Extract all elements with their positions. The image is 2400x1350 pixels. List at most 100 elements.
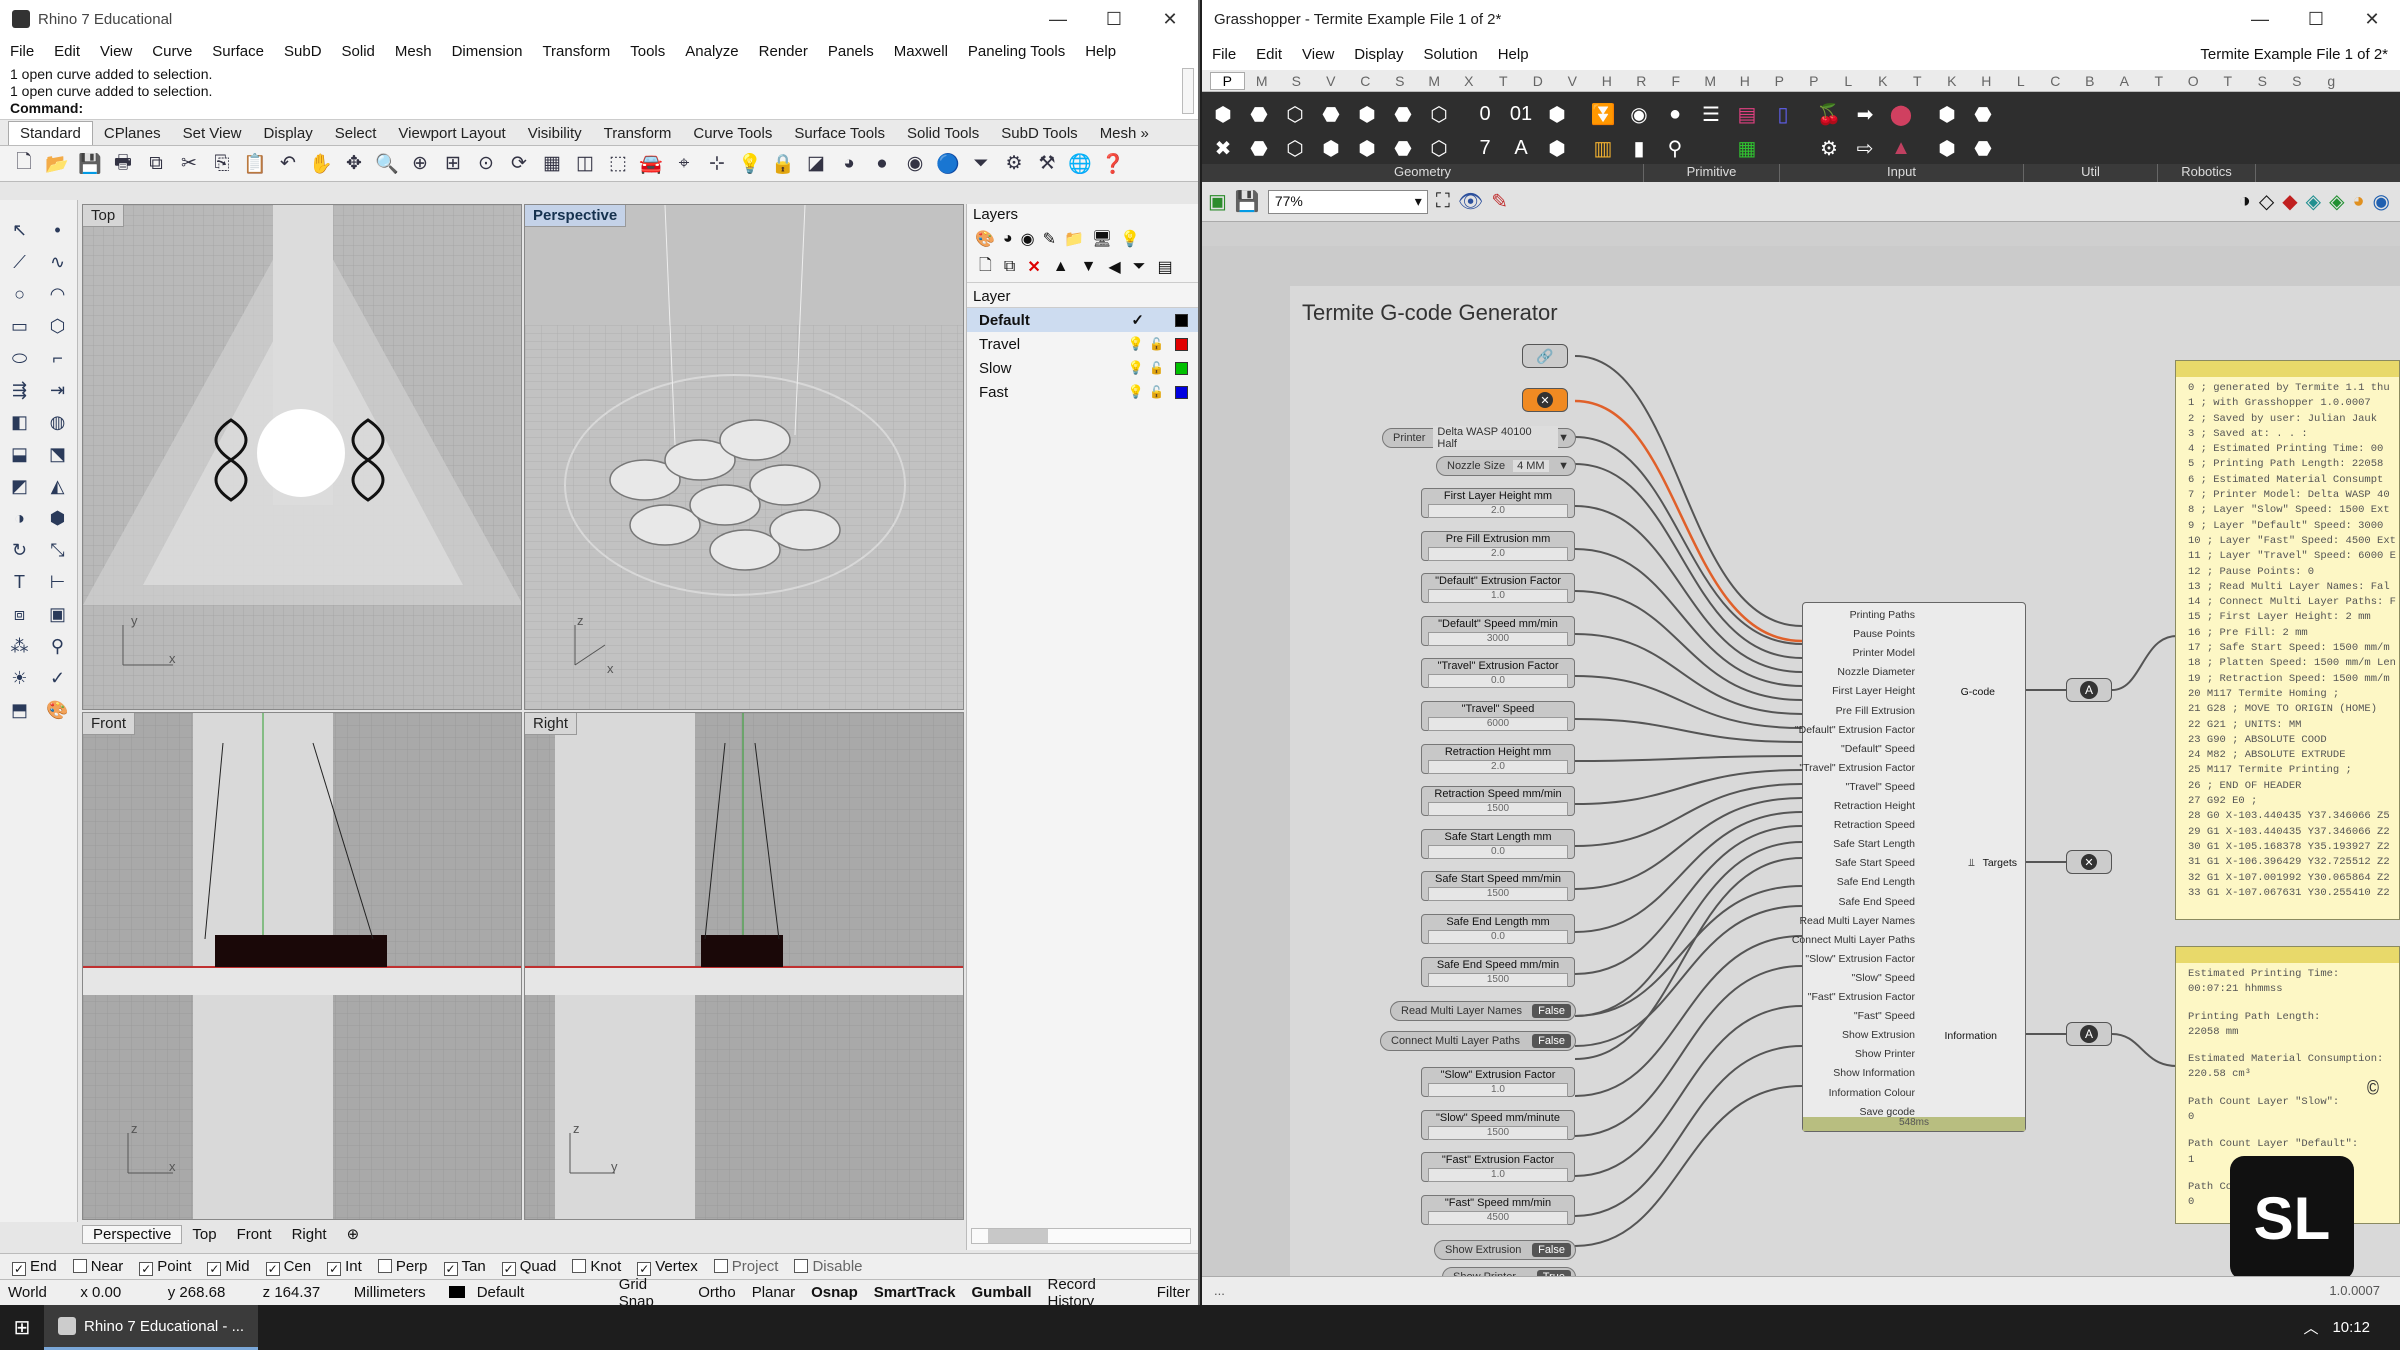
command-prompt[interactable]: Command:	[10, 100, 1188, 117]
component-input[interactable]: Pre Fill Extrusion	[1836, 705, 1915, 717]
layout-icon[interactable]: ⬒	[3, 694, 37, 726]
osnap-checkbox[interactable]: ✓	[327, 1261, 342, 1276]
viewport-layout-icon[interactable]: ▦	[538, 150, 566, 178]
gh-tab[interactable]: M	[1417, 73, 1452, 89]
move-view-icon[interactable]: ✥	[340, 150, 368, 178]
new-sublayer-icon[interactable]: ⧉	[1004, 258, 1015, 276]
primitive-icon[interactable]: ⬢	[1540, 132, 1574, 164]
open-icon[interactable]: 📂	[43, 150, 71, 178]
layers-scrollbar[interactable]	[971, 1228, 1191, 1244]
targets-param-node[interactable]: ✕	[2066, 850, 2112, 874]
material-icon[interactable]: ◕	[1003, 230, 1013, 248]
wireframe-icon[interactable]: ◇	[2259, 189, 2274, 214]
component-input[interactable]: Pause Points	[1853, 628, 1915, 640]
add-viewport-icon[interactable]: ⊕	[337, 1225, 370, 1243]
lightbulb-icon[interactable]: 💡	[1128, 384, 1144, 400]
gh-tab[interactable]: g	[2314, 73, 2349, 89]
gh-tab[interactable]: H	[1590, 73, 1625, 89]
tab-set-view[interactable]: Set View	[172, 122, 253, 145]
preview-mode-icon[interactable]: ◑	[2239, 190, 2251, 213]
number-slider[interactable]: "Fast" Speed mm/min 4500	[1421, 1195, 1575, 1225]
zoom-window-icon[interactable]: ⊕	[406, 150, 434, 178]
viewport-label-front[interactable]: Front	[83, 713, 136, 735]
gh-tab[interactable]: F	[1659, 73, 1694, 89]
block-icon[interactable]: ▣	[41, 598, 75, 630]
gh-canvas[interactable]: Termite G-code Generator 🔗 ✕ Printer Del…	[1202, 246, 2400, 1276]
osnap-cen[interactable]: ✓ Cen	[265, 1258, 311, 1276]
paste-icon[interactable]: 📋	[241, 150, 269, 178]
light-icon[interactable]: 💡	[736, 150, 764, 178]
gh-menu-file[interactable]: File	[1202, 46, 1246, 63]
component-input[interactable]: "Fast" Speed	[1854, 1010, 1915, 1022]
util-icon[interactable]: ➡	[1848, 98, 1882, 130]
cplane-icon[interactable]: ◫	[571, 150, 599, 178]
geometry-param-node[interactable]: 🔗	[1522, 344, 1568, 368]
input-icon[interactable]: ▥	[1586, 132, 1620, 164]
lightbulb-icon[interactable]: 💡	[1128, 336, 1144, 352]
status-smarttrack[interactable]: SmartTrack	[866, 1284, 964, 1301]
util-icon[interactable]: ⇨	[1848, 132, 1882, 164]
component-input[interactable]: Read Multi Layer Names	[1799, 915, 1915, 927]
gh-menu-edit[interactable]: Edit	[1246, 46, 1292, 63]
check-icon[interactable]: ✓	[41, 662, 75, 694]
layer-icon[interactable]: ◪	[802, 150, 830, 178]
display-icon[interactable]: 🖥	[1092, 229, 1112, 249]
gh-tab[interactable]: T	[1900, 73, 1935, 89]
grid-icon[interactable]: ⊹	[703, 150, 731, 178]
tab-mesh[interactable]: Mesh »	[1089, 122, 1160, 145]
component-input[interactable]: Retraction Height	[1834, 800, 1915, 812]
settings-icon[interactable]: ⚙	[1000, 150, 1028, 178]
input-icon[interactable]	[1766, 132, 1800, 164]
geometry-icon[interactable]: ⬢	[1314, 132, 1348, 164]
component-input[interactable]: Show Information	[1833, 1067, 1915, 1079]
filter-icon[interactable]: ⏷	[967, 150, 995, 178]
gh-menu-solution[interactable]: Solution	[1413, 46, 1487, 63]
ellipse-icon[interactable]: ⬭	[3, 342, 37, 374]
tab-select[interactable]: Select	[324, 122, 388, 145]
tray-chevron-icon[interactable]: ︿	[2303, 1317, 2318, 1338]
osnap-checkbox[interactable]: ✓	[637, 1261, 652, 1276]
menu-help[interactable]: Help	[1075, 43, 1126, 60]
geometry-icon[interactable]: ⬡	[1278, 132, 1312, 164]
viewport-label-perspective[interactable]: Perspective	[525, 205, 627, 227]
component-input[interactable]: "Fast" Extrusion Factor	[1808, 991, 1915, 1003]
geometry-icon[interactable]: ⬣	[1386, 98, 1420, 130]
gh-tab[interactable]: K	[1866, 73, 1901, 89]
slider-value[interactable]: 1.0	[1428, 1083, 1568, 1098]
osnap-checkbox[interactable]: ✓	[207, 1261, 222, 1276]
input-icon[interactable]: ▮	[1622, 132, 1656, 164]
slider-value[interactable]: 0.0	[1428, 930, 1568, 944]
slider-value[interactable]: 1.0	[1428, 589, 1568, 604]
transform-icon[interactable]: ↻	[3, 534, 37, 566]
input-icon[interactable]: ●	[1658, 98, 1692, 130]
close-button[interactable]: ✕	[2344, 0, 2400, 38]
gh-menu-help[interactable]: Help	[1488, 46, 1539, 63]
menu-curve[interactable]: Curve	[142, 43, 202, 60]
rotate-view-icon[interactable]: ⟳	[505, 150, 533, 178]
layer-color-swatch[interactable]	[1175, 361, 1188, 375]
osnap-checkbox[interactable]: ✓	[501, 1261, 516, 1276]
arc-icon[interactable]: ◠	[41, 278, 75, 310]
vp-tab-right[interactable]: Right	[282, 1226, 337, 1243]
number-slider[interactable]: Safe End Length mm 0.0	[1421, 914, 1575, 944]
toggle-value[interactable]: False	[1532, 1242, 1571, 1257]
analyze-icon[interactable]: ⚲	[41, 630, 75, 662]
windows-start-icon[interactable]: ⊞	[0, 1315, 44, 1340]
robotics-icon[interactable]: ⬢	[1930, 132, 1964, 164]
gh-tab[interactable]: P	[1797, 73, 1832, 89]
geometry-icon[interactable]: ⬣	[1386, 132, 1420, 164]
osnap-checkbox[interactable]	[572, 1259, 587, 1273]
gh-tab[interactable]: V	[1314, 73, 1349, 89]
render-icon[interactable]: ◉	[1021, 229, 1035, 249]
slider-value[interactable]: 1500	[1428, 802, 1568, 817]
osnap-checkbox[interactable]	[72, 1259, 87, 1273]
layer-color-swatch[interactable]	[1175, 337, 1188, 351]
help-icon[interactable]: ❓	[1099, 150, 1127, 178]
gh-tab[interactable]: M	[1245, 73, 1280, 89]
point-icon[interactable]: •	[41, 214, 75, 246]
menu-surface[interactable]: Surface	[202, 43, 274, 60]
move-up-icon[interactable]: ▲	[1053, 258, 1069, 276]
filter-icon[interactable]: ⏷	[1133, 258, 1146, 276]
osnap-project[interactable]: Project	[713, 1258, 778, 1275]
open-file-icon[interactable]: ▣	[1208, 189, 1227, 214]
